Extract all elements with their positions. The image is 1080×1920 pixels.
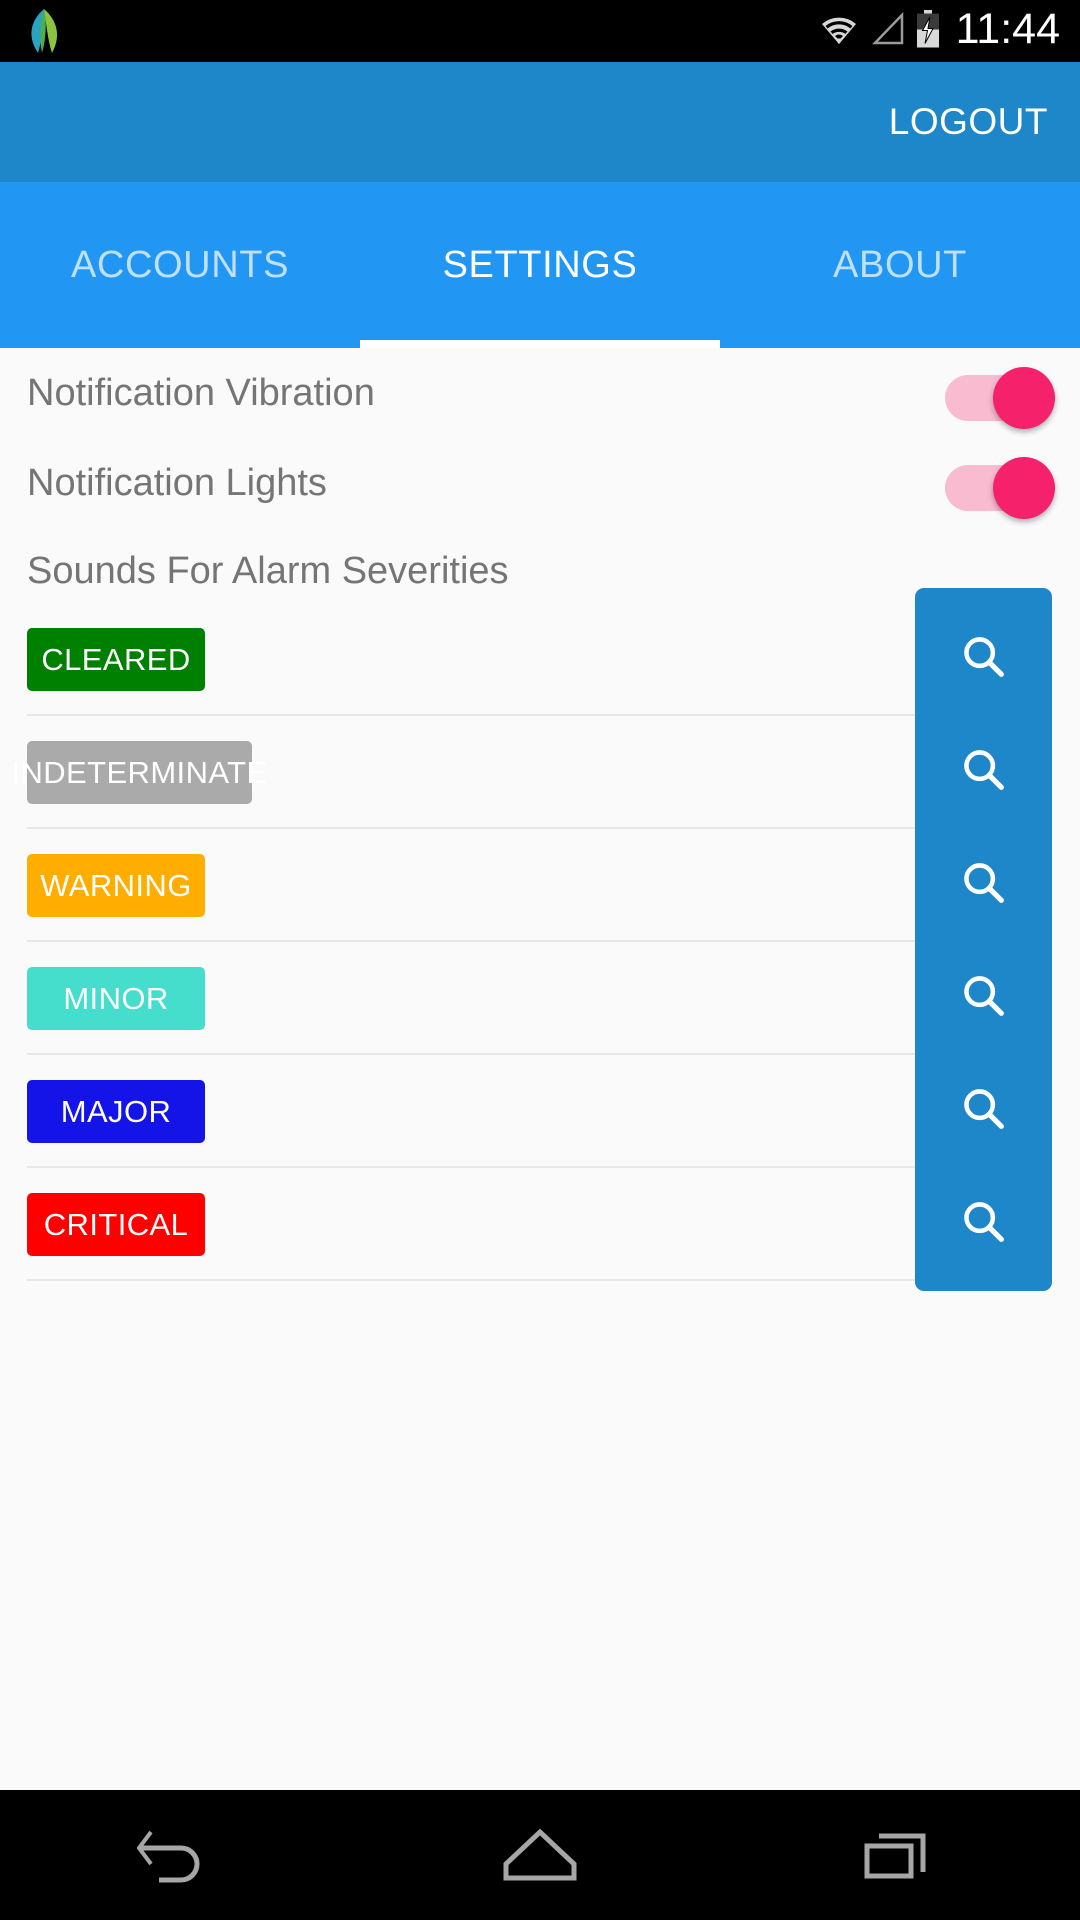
nav-recents-button[interactable] [820,1800,980,1910]
search-icon [963,750,1004,790]
navigation-bar [0,1790,1080,1920]
severity-chip-major[interactable]: MAJOR [27,1080,205,1143]
settings-content: Notification Vibration Notification Ligh… [0,348,1080,1790]
severity-chip-minor[interactable]: MINOR [27,967,205,1030]
toggle-thumb [993,457,1055,519]
search-icon [963,1089,1004,1129]
row-notification-lights: Notification Lights [0,438,1080,528]
leaf-icon [22,7,66,55]
tab-settings[interactable]: SETTINGS [360,182,720,348]
notification-lights-label: Notification Lights [27,461,327,504]
severity-chip-indeterminate[interactable]: INDETERMINATE [11,741,267,804]
nav-home-button[interactable] [460,1800,620,1910]
tab-bar: ACCOUNTS SETTINGS ABOUT [0,182,1080,348]
action-bar: LOGOUT [0,62,1080,182]
severity-chip-warning[interactable]: WARNING [27,854,205,917]
toggle-thumb [993,367,1055,429]
search-icon [963,1202,1004,1242]
wifi-icon [817,12,861,51]
back-icon [137,1830,200,1883]
nav-back-button[interactable] [100,1800,260,1910]
search-icon [963,637,1004,677]
tab-accounts[interactable]: ACCOUNTS [0,182,360,348]
cell-signal-icon [870,11,906,51]
notification-vibration-label: Notification Vibration [27,371,375,414]
severity-chip-critical[interactable]: CRITICAL [27,1193,205,1256]
row-divider [27,1279,915,1281]
tab-settings-label: SETTINGS [442,243,638,286]
notification-vibration-toggle[interactable] [945,365,1055,429]
search-icon [963,863,1004,903]
notification-lights-toggle[interactable] [945,455,1055,519]
status-clock: 11:44 [955,4,1060,53]
status-bar: 11:44 [0,0,1080,62]
home-icon [503,1828,577,1881]
recents-icon [864,1833,926,1879]
tab-about[interactable]: ABOUT [720,182,1080,348]
severity-list: CLEARED INDETERMINATE WARNING MINOR MAJO… [0,588,1080,1291]
status-icons: 11:44 [817,4,1080,53]
battery-charging-icon [915,9,941,53]
row-notification-vibration: Notification Vibration [0,348,1080,438]
search-button-critical[interactable] [915,1153,1052,1291]
severity-chip-cleared[interactable]: CLEARED [27,628,205,691]
tab-about-label: ABOUT [833,243,967,286]
phone-screen: 11:44 LOGOUT ACCOUNTS SETTINGS ABOUT Not… [0,0,1080,1920]
tab-accounts-label: ACCOUNTS [70,243,290,286]
search-icon [963,976,1004,1016]
logout-button[interactable]: LOGOUT [889,101,1080,143]
